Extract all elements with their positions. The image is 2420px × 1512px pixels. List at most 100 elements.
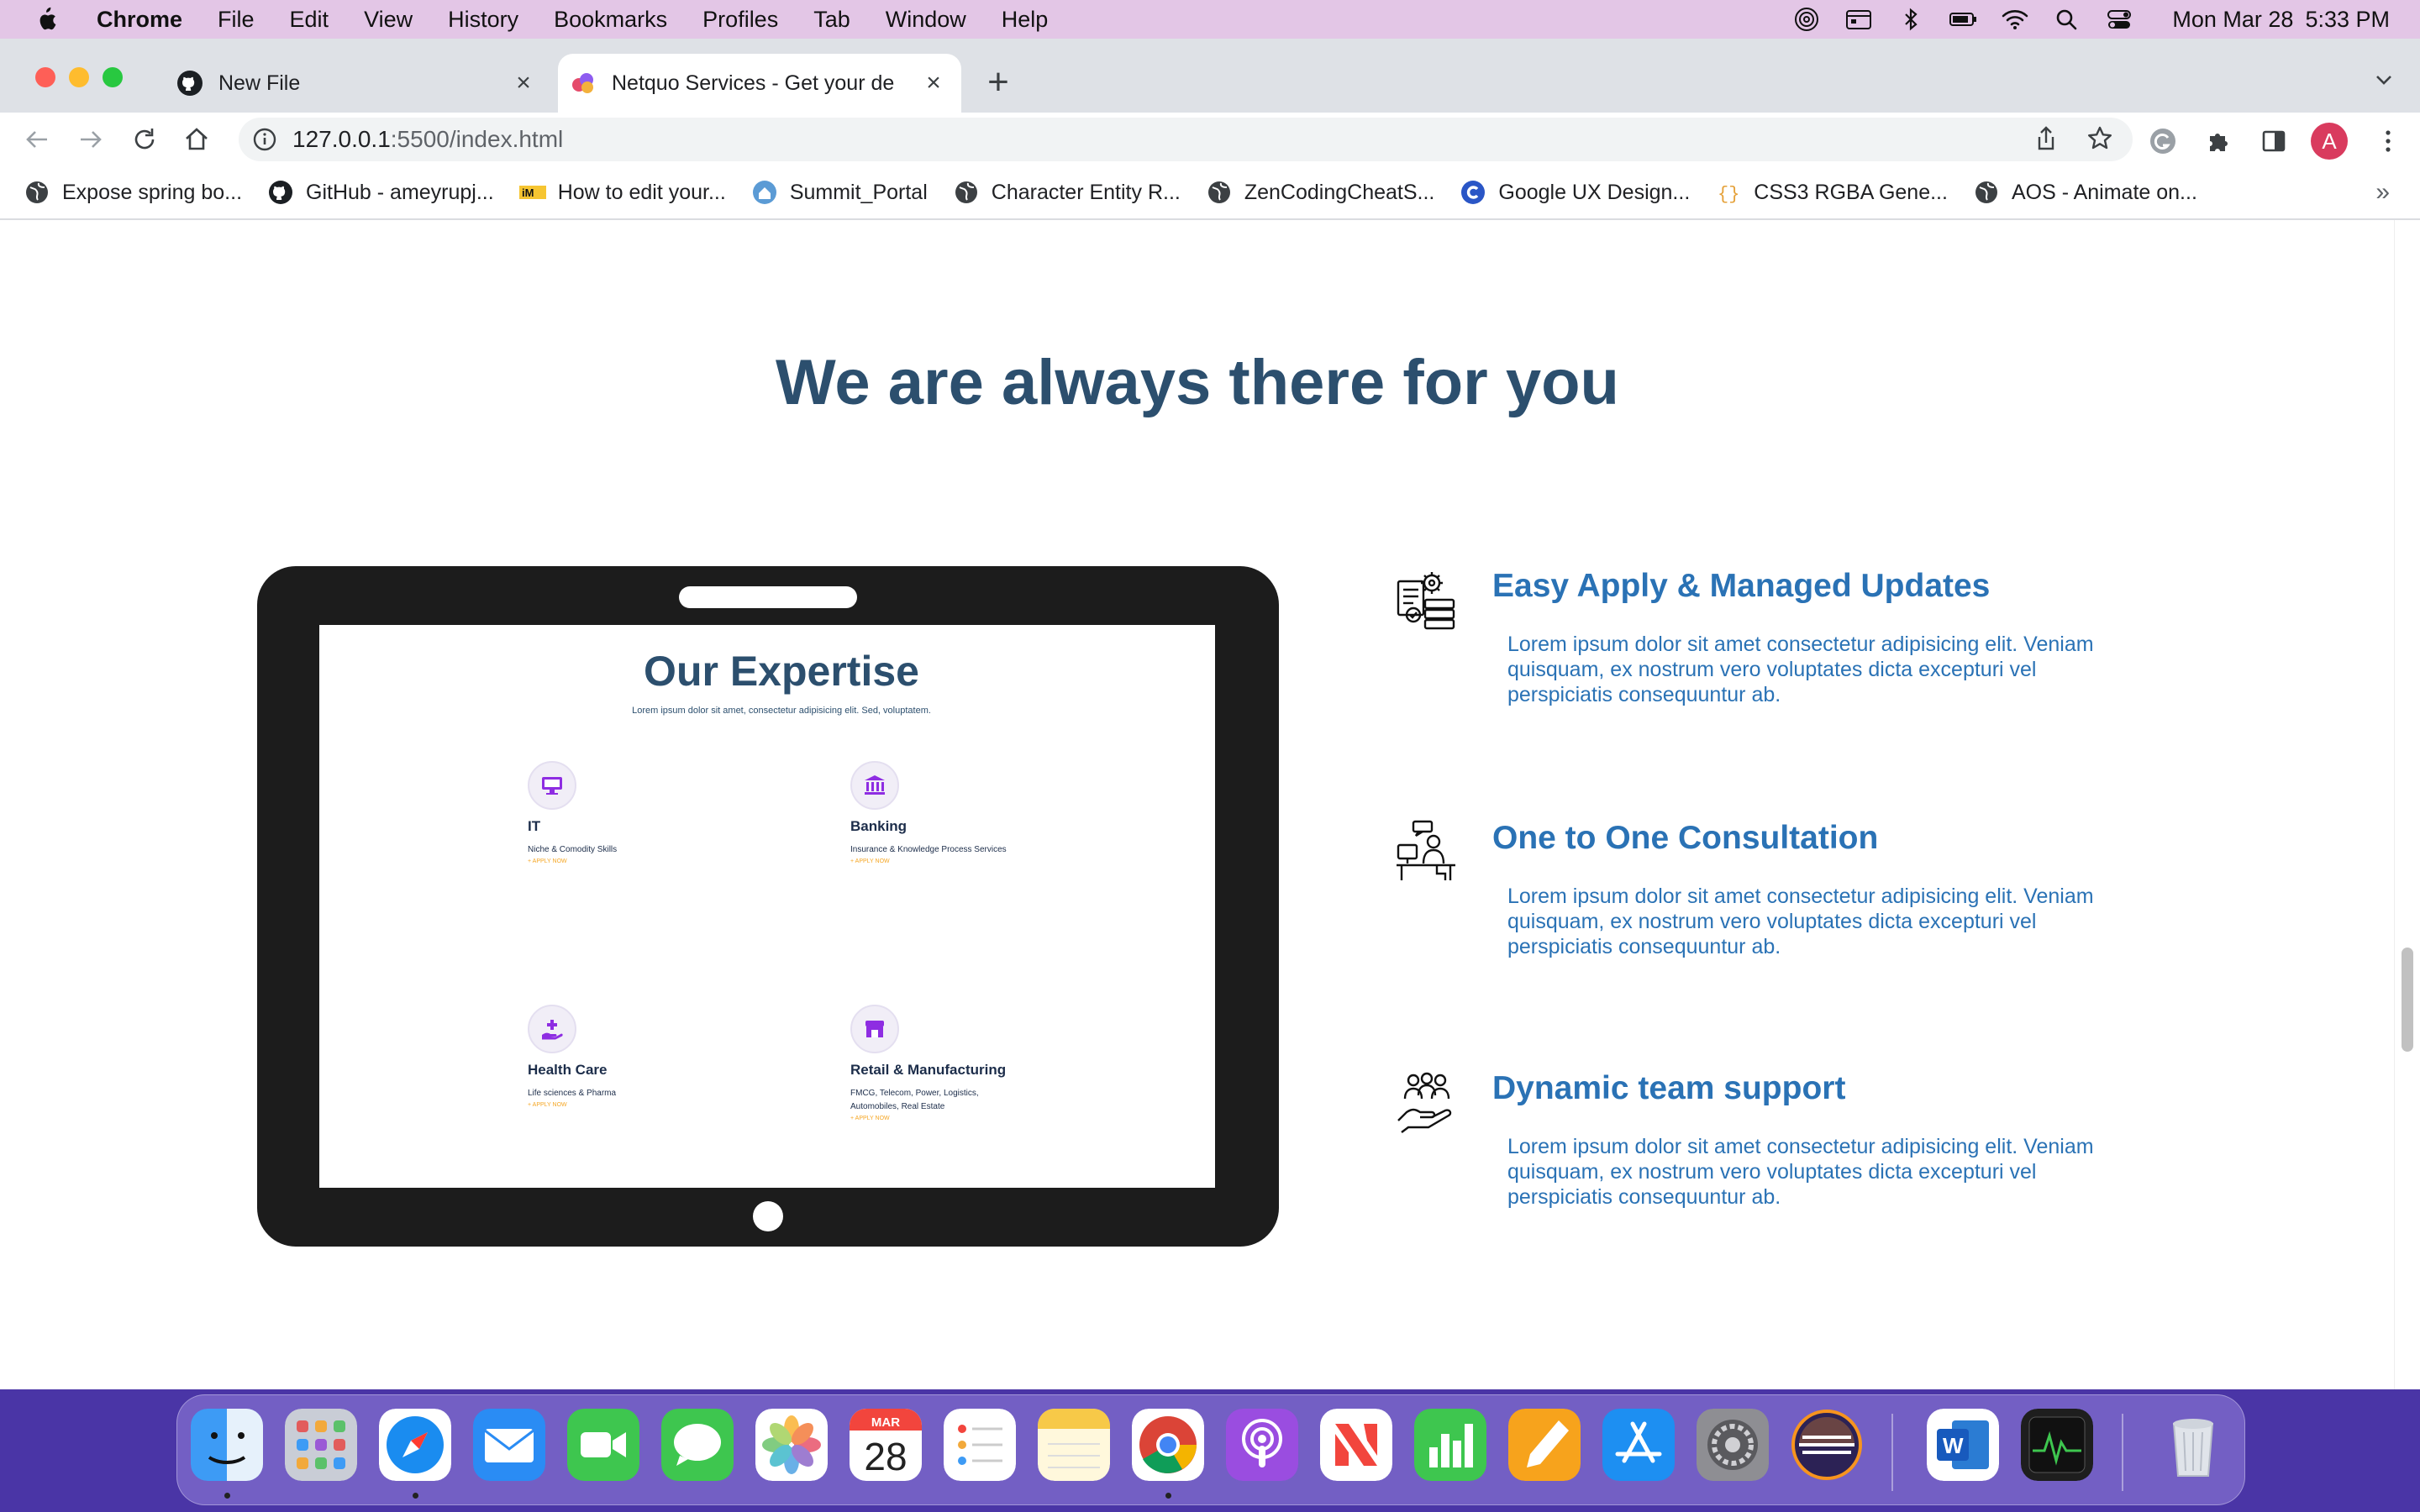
bookmark-star-icon[interactable] xyxy=(2086,124,2114,153)
globe-icon xyxy=(1207,181,1230,203)
svg-text:{}: {} xyxy=(1718,184,1739,205)
more-menu-icon[interactable] xyxy=(2373,126,2403,156)
calendar-month: MAR xyxy=(871,1415,901,1430)
omnibox-actions xyxy=(2007,124,2114,153)
menu-tab[interactable]: Tab xyxy=(813,7,850,33)
dock-finder-icon[interactable] xyxy=(191,1409,263,1481)
tab-netquo-services[interactable]: Netquo Services - Get your de × xyxy=(558,54,961,113)
dock-system-preferences-icon[interactable] xyxy=(1697,1409,1769,1481)
dock-mail-icon[interactable] xyxy=(473,1409,545,1481)
close-tab-icon[interactable]: × xyxy=(923,71,944,96)
dock-word-icon[interactable]: W xyxy=(1927,1409,1999,1481)
menu-view[interactable]: View xyxy=(364,7,413,33)
apply-now-link[interactable]: + APPLY NOW xyxy=(850,858,1052,864)
bookmark-item[interactable]: Google UX Design... xyxy=(1460,179,1690,206)
feature-consultation: One to One Consultation Lorem ipsum dolo… xyxy=(1395,820,2151,988)
dock-app-store-icon[interactable] xyxy=(1602,1409,1675,1481)
dock-reminders-icon[interactable] xyxy=(944,1409,1016,1481)
bookmark-item[interactable]: iM How to edit your... xyxy=(518,179,726,206)
side-panel-icon[interactable] xyxy=(2259,126,2289,156)
dock-messages-icon[interactable] xyxy=(661,1409,734,1481)
bookmark-item[interactable]: {} CSS3 RGBA Gene... xyxy=(1715,179,1948,206)
dock-chrome-icon[interactable] xyxy=(1132,1409,1204,1481)
svg-text:iM: iM xyxy=(522,186,534,199)
dock-news-icon[interactable] xyxy=(1320,1409,1392,1481)
airdrop-icon[interactable] xyxy=(1792,7,1821,32)
menu-bookmarks[interactable]: Bookmarks xyxy=(554,7,667,33)
bookmark-item[interactable]: Summit_Portal xyxy=(751,179,928,206)
close-tab-icon[interactable]: × xyxy=(513,71,534,96)
apple-logo-icon[interactable] xyxy=(34,6,57,33)
bookmarks-overflow-chevron[interactable]: » xyxy=(2375,178,2390,207)
menu-app-name[interactable]: Chrome xyxy=(97,7,182,33)
menu-window[interactable]: Window xyxy=(886,7,966,33)
bookmark-label: Summit_Portal xyxy=(789,180,928,204)
dock-trash-icon[interactable] xyxy=(2157,1409,2229,1481)
menu-history[interactable]: History xyxy=(448,7,518,33)
globe-icon xyxy=(955,181,977,203)
new-tab-button[interactable]: + xyxy=(981,64,1015,101)
bookmark-label: ZenCodingCheatS... xyxy=(1244,180,1435,204)
bookmark-label: CSS3 RGBA Gene... xyxy=(1754,180,1948,204)
forward-arrow-icon[interactable] xyxy=(76,124,106,155)
grammarly-extension-icon[interactable] xyxy=(2148,126,2178,156)
bookmark-item[interactable]: AOS - Animate on... xyxy=(1973,179,2197,206)
battery-icon[interactable] xyxy=(1949,7,1977,32)
menu-help[interactable]: Help xyxy=(1002,7,1049,33)
running-indicator xyxy=(1165,1493,1171,1499)
reload-icon[interactable] xyxy=(129,124,160,155)
bookmark-label: Character Entity R... xyxy=(991,180,1181,204)
bookmark-item[interactable]: ZenCodingCheatS... xyxy=(1206,179,1435,206)
profile-avatar[interactable]: A xyxy=(2311,123,2348,160)
expertise-card-it: IT Niche & Comodity Skills + APPLY NOW xyxy=(528,761,729,864)
apply-now-link[interactable]: + APPLY NOW xyxy=(850,1116,1052,1121)
bookmark-item[interactable]: GitHub - ameyrupj... xyxy=(267,179,494,206)
wifi-icon[interactable] xyxy=(2001,7,2029,32)
site-info-icon[interactable] xyxy=(252,127,277,152)
dock-pages-icon[interactable] xyxy=(1508,1409,1581,1481)
dock-eclipse-icon[interactable] xyxy=(1791,1409,1863,1481)
consultation-desk-icon xyxy=(1397,820,1455,880)
share-icon[interactable] xyxy=(2032,124,2060,153)
spotlight-search-icon[interactable] xyxy=(2053,7,2081,32)
close-window-button[interactable] xyxy=(35,67,55,87)
team-hand-icon xyxy=(1397,1072,1452,1133)
home-icon[interactable] xyxy=(182,124,212,155)
apply-now-link[interactable]: + APPLY NOW xyxy=(528,858,729,864)
tab-new-file[interactable]: New File × xyxy=(165,54,551,113)
menu-profiles[interactable]: Profiles xyxy=(702,7,778,33)
menu-file[interactable]: File xyxy=(218,7,255,33)
apply-now-link[interactable]: + APPLY NOW xyxy=(528,1102,729,1108)
dock-photos-icon[interactable] xyxy=(755,1409,828,1481)
dock-activity-monitor-icon[interactable] xyxy=(2021,1409,2093,1481)
dock-numbers-icon[interactable] xyxy=(1414,1409,1486,1481)
menu-edit[interactable]: Edit xyxy=(290,7,329,33)
tab-title: Netquo Services - Get your de xyxy=(612,71,895,95)
feature-text: Lorem ipsum dolor sit amet consectetur a… xyxy=(1507,633,2094,706)
bookmark-item[interactable]: Character Entity R... xyxy=(953,179,1181,206)
card-description: FMCG, Telecom, Power, Logistics, Automob… xyxy=(850,1089,979,1111)
running-indicator xyxy=(413,1493,418,1499)
scrollbar-thumb[interactable] xyxy=(2402,948,2413,1052)
bookmark-item[interactable]: Expose spring bo... xyxy=(24,179,242,206)
dock-calendar-icon[interactable]: MAR 28 xyxy=(850,1409,922,1481)
dock-notes-icon[interactable] xyxy=(1038,1409,1110,1481)
extensions-puzzle-icon[interactable] xyxy=(2203,126,2233,156)
address-bar[interactable]: 127.0.0.1:5500/index.html xyxy=(239,118,2133,161)
dock-launchpad-icon[interactable] xyxy=(285,1409,357,1481)
minimize-window-button[interactable] xyxy=(69,67,89,87)
card-title: Retail & Manufacturing xyxy=(850,1062,1007,1078)
globe-icon xyxy=(1975,181,1997,203)
menu-bar-clock[interactable]: Mon Mar 28 5:33 PM xyxy=(2160,7,2390,33)
dock-podcasts-icon[interactable] xyxy=(1226,1409,1298,1481)
fullscreen-window-button[interactable] xyxy=(103,67,123,87)
dock-facetime-icon[interactable] xyxy=(567,1409,639,1481)
page-scrollbar[interactable] xyxy=(2394,220,2420,1389)
feature-text: Lorem ipsum dolor sit amet consectetur a… xyxy=(1507,1135,2094,1209)
back-arrow-icon[interactable] xyxy=(22,124,52,155)
bluetooth-icon[interactable] xyxy=(1897,7,1925,32)
dock-safari-icon[interactable] xyxy=(379,1409,451,1481)
control-center-icon[interactable] xyxy=(2105,7,2133,32)
tab-search-chevron-icon[interactable] xyxy=(2371,67,2396,92)
calendar-card-icon[interactable] xyxy=(1844,7,1873,32)
